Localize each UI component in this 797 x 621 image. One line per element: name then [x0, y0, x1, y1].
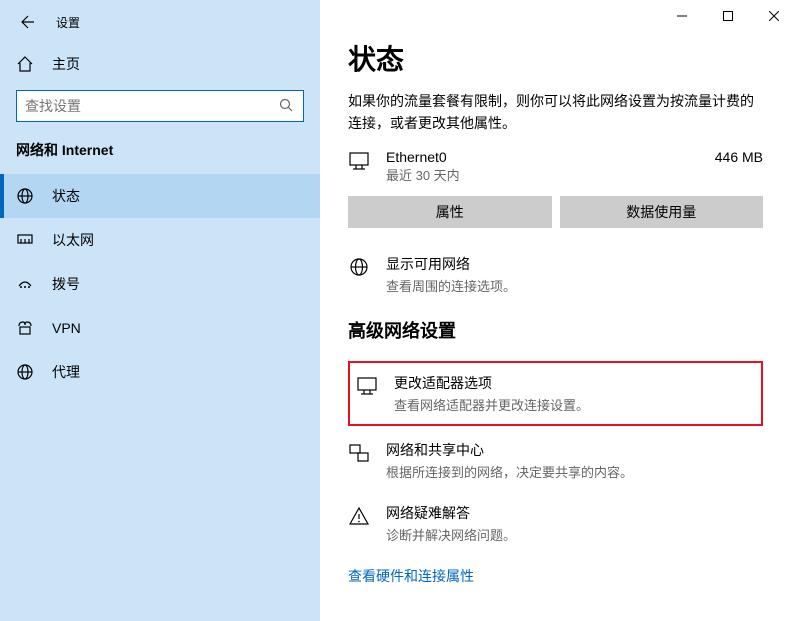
sidebar-item-proxy[interactable]: 代理	[0, 350, 320, 394]
option-title: 网络和共享中心	[386, 440, 633, 460]
sidebar-item-ethernet[interactable]: 以太网	[0, 218, 320, 262]
sidebar-home[interactable]: 主页	[0, 44, 320, 84]
maximize-icon	[723, 11, 733, 21]
troubleshoot-option[interactable]: 网络疑难解答 诊断并解决网络问题。	[348, 503, 763, 544]
sidebar-item-dialup[interactable]: 拨号	[0, 262, 320, 306]
sidebar-item-label: 代理	[52, 362, 80, 382]
search-box[interactable]	[16, 90, 304, 122]
option-sub: 查看网络适配器并更改连接设置。	[394, 395, 589, 414]
monitor-icon	[356, 375, 380, 397]
connection-sub: 最近 30 天内	[386, 165, 715, 184]
sidebar-item-label: 状态	[52, 186, 80, 206]
minimize-button[interactable]	[659, 0, 705, 32]
data-usage-button[interactable]: 数据使用量	[560, 196, 764, 228]
sharing-icon	[348, 442, 372, 464]
sidebar-item-status[interactable]: 状态	[0, 174, 320, 218]
vpn-icon	[16, 319, 34, 337]
maximize-button[interactable]	[705, 0, 751, 32]
window-title: 设置	[56, 14, 80, 31]
status-icon	[16, 187, 34, 205]
option-sub: 查看周围的连接选项。	[386, 276, 516, 295]
sidebar-item-label: 拨号	[52, 274, 80, 294]
option-title: 显示可用网络	[386, 254, 516, 274]
proxy-icon	[16, 363, 34, 381]
search-input[interactable]	[25, 98, 279, 114]
adapter-options[interactable]: 更改适配器选项 查看网络适配器并更改连接设置。	[348, 361, 763, 426]
option-sub: 诊断并解决网络问题。	[386, 525, 516, 544]
search-icon	[279, 98, 295, 114]
sidebar-home-label: 主页	[52, 54, 80, 74]
sidebar-item-vpn[interactable]: VPN	[0, 306, 320, 350]
minimize-icon	[677, 11, 687, 21]
close-icon	[769, 11, 779, 21]
option-sub: 根据所连接到的网络，决定要共享的内容。	[386, 462, 633, 481]
warning-icon	[348, 505, 372, 527]
sidebar-item-label: VPN	[52, 320, 81, 336]
home-icon	[16, 55, 34, 73]
option-title: 网络疑难解答	[386, 503, 516, 523]
ethernet-icon	[16, 231, 34, 249]
window-controls	[320, 0, 797, 32]
advanced-heading: 高级网络设置	[348, 317, 763, 343]
sharing-center-option[interactable]: 网络和共享中心 根据所连接到的网络，决定要共享的内容。	[348, 440, 763, 481]
sidebar-section-header: 网络和 Internet	[0, 140, 320, 174]
page-heading: 状态	[348, 38, 763, 78]
connection-name: Ethernet0	[386, 149, 715, 165]
sidebar-item-label: 以太网	[52, 230, 94, 250]
show-networks-option[interactable]: 显示可用网络 查看周围的连接选项。	[348, 254, 763, 295]
option-title: 更改适配器选项	[394, 373, 589, 393]
connection-usage: 446 MB	[715, 149, 763, 165]
connection-icon	[348, 149, 378, 175]
close-button[interactable]	[751, 0, 797, 32]
hardware-link[interactable]: 查看硬件和连接属性	[348, 566, 763, 586]
connection-row: Ethernet0 最近 30 天内 446 MB	[348, 149, 763, 184]
page-intro: 如果你的流量套餐有限制，则你可以将此网络设置为按流量计费的连接，或者更改其他属性…	[348, 90, 763, 135]
back-button[interactable]	[12, 6, 44, 38]
dialup-icon	[16, 275, 34, 293]
arrow-left-icon	[20, 14, 36, 30]
properties-button[interactable]: 属性	[348, 196, 552, 228]
sidebar: 设置 主页 网络和 Internet 状态	[0, 0, 320, 621]
globe-icon	[348, 256, 372, 278]
